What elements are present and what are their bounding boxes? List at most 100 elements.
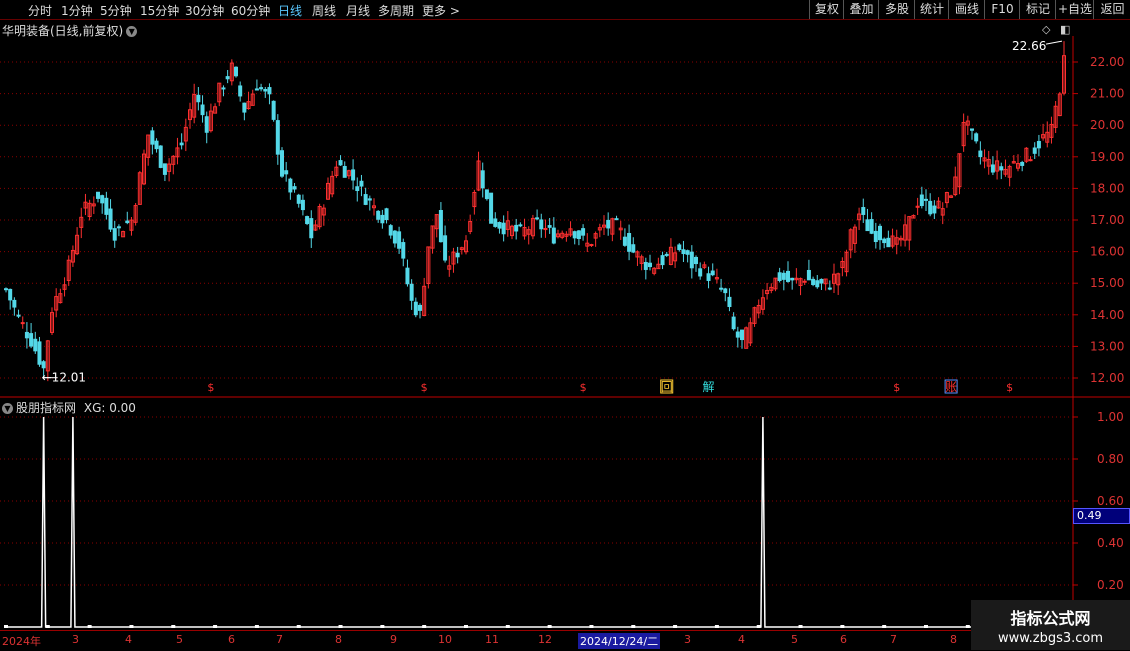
candle-body xyxy=(267,87,272,95)
y-tick-label: 15.00 xyxy=(1090,276,1124,290)
y-tick-label: 16.00 xyxy=(1090,245,1124,259)
x-tick-label: 8 xyxy=(335,633,342,646)
candle-body xyxy=(37,341,42,365)
low-label: ←12.01 xyxy=(42,371,86,385)
baseline-dot xyxy=(129,625,134,628)
baseline-dot xyxy=(547,625,552,628)
cursor-value-badge: 0.49 xyxy=(1073,508,1130,524)
period-tab-10[interactable]: 更多 > xyxy=(422,2,460,19)
candle-body xyxy=(125,220,130,224)
candle-body xyxy=(16,314,21,317)
toolbar-button-3[interactable]: 统计 xyxy=(914,0,949,19)
candle-body xyxy=(242,102,247,113)
candle-body xyxy=(660,255,665,266)
period-tab-8[interactable]: 月线 xyxy=(346,2,370,19)
candle-body xyxy=(865,219,870,232)
candle-body xyxy=(438,210,443,243)
candle-body xyxy=(108,208,113,230)
event-marker[interactable]: $ xyxy=(207,381,214,394)
candle-body xyxy=(551,227,556,244)
candle-body xyxy=(648,262,652,268)
candle-body xyxy=(20,322,25,325)
candle-body xyxy=(493,218,498,227)
toolbar-button-1[interactable]: 叠加 xyxy=(843,0,879,19)
candle-body xyxy=(631,244,636,253)
x-tick-label: 2024年 xyxy=(2,635,41,648)
candle-body xyxy=(401,242,406,259)
candle-body xyxy=(1032,147,1037,154)
candle-body xyxy=(514,224,519,232)
candle-body xyxy=(869,219,874,234)
event-marker[interactable]: $ xyxy=(1006,381,1013,394)
event-marker[interactable]: $ xyxy=(580,381,587,394)
x-tick-label: 3 xyxy=(72,633,79,646)
candle-body xyxy=(677,244,682,251)
candle-body xyxy=(740,329,744,341)
period-tab-7[interactable]: 周线 xyxy=(312,2,336,19)
event-marker[interactable]: 回 xyxy=(661,380,673,394)
candle-body xyxy=(409,283,414,301)
candle-body xyxy=(819,278,824,284)
period-tab-4[interactable]: 30分钟 xyxy=(185,2,224,19)
period-tab-3[interactable]: 15分钟 xyxy=(140,2,179,19)
period-tab-9[interactable]: 多周期 xyxy=(378,2,414,19)
period-tab-0[interactable]: 分时 xyxy=(28,2,52,19)
candle-body xyxy=(539,219,544,230)
baseline-dot xyxy=(4,625,8,628)
candle-body xyxy=(681,249,686,255)
baseline-dot xyxy=(296,625,301,628)
toolbar-button-4[interactable]: 画线 xyxy=(948,0,985,19)
event-marker[interactable]: 解 xyxy=(703,380,715,394)
period-tab-5[interactable]: 60分钟 xyxy=(231,2,270,19)
toolbar-button-8[interactable]: 返回 xyxy=(1093,0,1130,19)
indicator-y-tick-label: 0.60 xyxy=(1097,494,1124,508)
period-tab-6[interactable]: 日线 xyxy=(278,2,302,19)
baseline-dot xyxy=(924,625,928,628)
toolbar-button-2[interactable]: 多股 xyxy=(878,0,915,19)
baseline-dot xyxy=(673,625,678,628)
candle-body xyxy=(689,251,694,269)
baseline-dot xyxy=(338,625,343,628)
candle-body xyxy=(811,278,816,286)
candle-body xyxy=(723,288,728,294)
candle-body xyxy=(367,198,372,201)
candle-body xyxy=(480,170,485,189)
event-marker[interactable]: $ xyxy=(421,381,428,394)
y-tick-label: 18.00 xyxy=(1090,181,1124,195)
candle-body xyxy=(413,301,418,316)
candle-body xyxy=(685,250,690,255)
baseline-dot xyxy=(756,625,761,628)
candle-body xyxy=(355,186,360,191)
candle-body xyxy=(363,194,368,205)
baseline-dot xyxy=(213,625,218,628)
period-tab-1[interactable]: 1分钟 xyxy=(61,2,93,19)
candle-body xyxy=(309,218,314,239)
period-tab-2[interactable]: 5分钟 xyxy=(100,2,132,19)
candle-body xyxy=(518,224,523,227)
candle-body xyxy=(974,133,979,142)
candle-body xyxy=(221,87,226,90)
event-marker[interactable]: $ xyxy=(893,381,900,394)
event-marker[interactable]: 账 xyxy=(945,380,957,394)
candle-body xyxy=(572,231,577,239)
candle-body xyxy=(397,231,402,249)
candle-body xyxy=(259,87,264,90)
toolbar-button-0[interactable]: 复权 xyxy=(809,0,844,19)
baseline-dot xyxy=(45,625,50,628)
candle-body xyxy=(727,296,732,308)
toolbar-button-6[interactable]: 标记 xyxy=(1019,0,1056,19)
candle-body xyxy=(376,210,381,220)
candle-body xyxy=(706,273,711,281)
toolbar-button-5[interactable]: F10 xyxy=(984,0,1020,19)
candle-body xyxy=(622,236,627,246)
candle-body xyxy=(614,218,619,221)
candle-body xyxy=(296,194,301,204)
x-tick-label: 4 xyxy=(125,633,132,646)
toolbar-button-7[interactable]: +自选 xyxy=(1055,0,1094,19)
diamond-icon[interactable]: ◇ xyxy=(1042,23,1050,36)
candle-body xyxy=(535,217,540,220)
x-tick-label: 5 xyxy=(176,633,183,646)
candle-body xyxy=(271,100,276,120)
panel-toggle-icon[interactable]: ◧ xyxy=(1060,23,1070,36)
candle-body xyxy=(861,207,866,215)
